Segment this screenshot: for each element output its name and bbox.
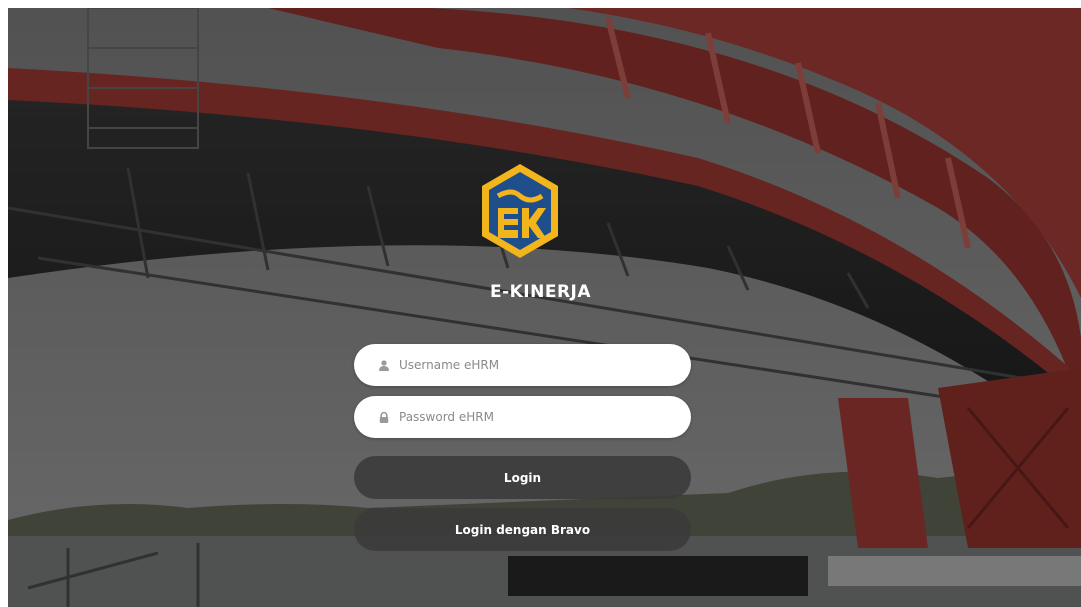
login-panel: EK E-KINERJA Login Login dengan Brav [0,0,1081,607]
lock-icon [378,411,390,423]
ekinerja-logo: EK [478,162,562,260]
user-icon [378,359,390,371]
login-button[interactable]: Login [354,456,691,499]
username-input[interactable] [399,358,659,372]
login-page: EK E-KINERJA Login Login dengan Brav [0,0,1081,607]
password-field[interactable] [354,396,691,438]
password-input[interactable] [399,410,659,424]
username-field[interactable] [354,344,691,386]
app-title: E-KINERJA [489,282,592,302]
login-bravo-button[interactable]: Login dengan Bravo [354,508,691,551]
